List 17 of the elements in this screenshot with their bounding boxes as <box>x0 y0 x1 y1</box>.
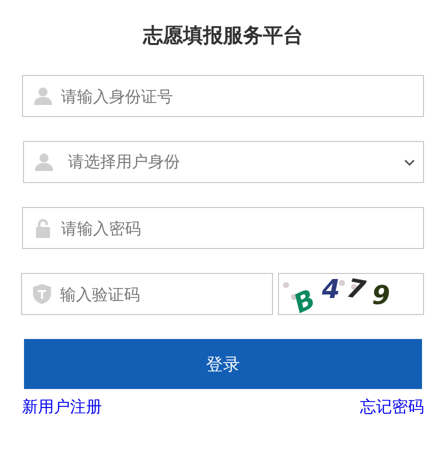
captcha-character: 7 <box>344 274 368 306</box>
password-field[interactable]: 请输入密码 <box>22 207 424 249</box>
user-icon <box>34 152 54 172</box>
chevron-down-icon <box>404 158 415 166</box>
lock-icon <box>33 218 53 238</box>
captcha-character: 4 <box>322 275 340 305</box>
captcha-image[interactable]: B 4 7 9 <box>278 273 424 315</box>
user-icon <box>33 86 53 106</box>
forgot-password-link[interactable]: 忘记密码 <box>360 397 424 418</box>
register-link[interactable]: 新用户注册 <box>22 397 102 418</box>
role-select[interactable]: 请选择用户身份 <box>23 141 424 183</box>
captcha-character: 9 <box>372 281 390 311</box>
login-button[interactable]: 登录 <box>24 339 422 389</box>
page-title: 志愿填报服务平台 <box>142 22 304 49</box>
id-field[interactable]: 请输入身份证号 <box>22 75 424 117</box>
shield-icon <box>32 284 52 304</box>
captcha-field[interactable]: 输入验证码 <box>21 273 273 315</box>
